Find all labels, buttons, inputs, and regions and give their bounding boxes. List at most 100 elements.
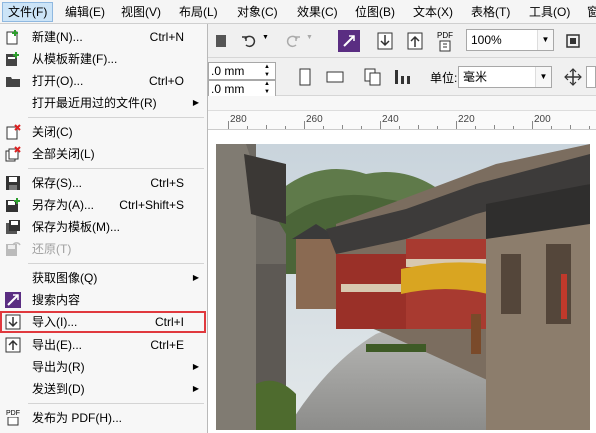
menu-effects[interactable]: 效果(C) [292, 2, 343, 22]
search-content-icon[interactable] [338, 30, 360, 52]
all-pages-icon[interactable] [362, 66, 384, 88]
menu-item-search-content[interactable]: 搜索内容 [0, 289, 206, 311]
menu-table[interactable]: 表格(T) [466, 2, 515, 22]
width-stepper[interactable]: ▲ ▼ [260, 62, 274, 80]
ruler-tick [304, 121, 305, 129]
landscape-icon[interactable] [324, 66, 346, 88]
ruler-tick-label: 280 [230, 114, 247, 125]
menu-item-export[interactable]: 导出(E)... Ctrl+E [0, 334, 206, 356]
toolbar-partial-icon[interactable] [210, 30, 232, 52]
menu-item-save-as[interactable]: 另存为(A)... Ctrl+Shift+S [0, 194, 206, 216]
menu-window[interactable]: 窗 [582, 2, 596, 22]
village-street-photo[interactable] [216, 144, 590, 430]
menu-item-shortcut: Ctrl+I [154, 315, 184, 329]
menu-item-close[interactable]: 关闭(C) [0, 121, 206, 143]
menu-item-save-as-template[interactable]: 保存为模板(M)... [0, 216, 206, 238]
redo-icon[interactable] [282, 30, 304, 52]
portrait-icon[interactable] [294, 66, 316, 88]
ruler-tick [361, 126, 362, 129]
menu-item-label: 新建(N)... [32, 30, 83, 44]
menu-item-acquire-image[interactable]: 获取图像(Q) ▶ [0, 267, 206, 289]
nudge-field[interactable] [586, 66, 596, 88]
ruler-tick-label: 220 [458, 114, 475, 125]
menu-item-open[interactable]: 打开(O)... Ctrl+O [0, 70, 206, 92]
menu-item-label: 导入(I)... [32, 315, 78, 329]
menu-item-export-as[interactable]: 导出为(R) ▶ [0, 356, 206, 378]
save-as-icon [5, 197, 21, 213]
menu-item-shortcut: Ctrl+S [150, 176, 184, 190]
ruler-tick-label: 260 [306, 114, 323, 125]
ruler-tick [437, 126, 438, 129]
full-screen-icon[interactable] [562, 30, 584, 52]
menu-file[interactable]: 文件(F) [2, 2, 54, 22]
close-all-icon [5, 146, 21, 162]
menu-item-label: 导出为(R) [32, 360, 85, 374]
ruler-tick [475, 126, 476, 129]
menu-item-send-to[interactable]: 发送到(D) ▶ [0, 378, 206, 400]
menu-item-label: 全部关闭(L) [32, 147, 95, 161]
undo-icon[interactable] [238, 30, 260, 52]
menu-bitmaps[interactable]: 位图(B) [350, 2, 400, 22]
menu-item-shortcut: Ctrl+Shift+S [119, 198, 184, 212]
menu-separator [28, 168, 204, 169]
submenu-arrow-icon: ▶ [192, 384, 199, 393]
standard-toolbar: ▼ ▼ PDF 100% ▼ [208, 24, 596, 58]
search-content-icon [5, 292, 21, 308]
ruler-tick [532, 121, 533, 129]
new-document-icon [5, 29, 21, 45]
ruler-tick-label: 200 [534, 114, 551, 125]
menu-item-label: 发送到(D) [32, 382, 85, 396]
menu-item-close-all[interactable]: 全部关闭(L) [0, 143, 206, 165]
ruler-tick [380, 121, 381, 129]
pdf-label: PDF [437, 30, 453, 40]
menu-item-label: 发布为 PDF(H)... [32, 411, 122, 425]
menu-item-label: 打开最近用过的文件(R) [32, 96, 157, 110]
file-menu: 新建(N)... Ctrl+N 从模板新建(F)... 打开(O)... Ctr… [0, 24, 208, 433]
menu-view[interactable]: 视图(V) [116, 2, 166, 22]
open-folder-icon [5, 73, 21, 89]
menu-bar: 文件(F) 编辑(E) 视图(V) 布局(L) 对象(C) 效果(C) 位图(B… [0, 0, 596, 24]
ruler-tick-label: 240 [382, 114, 399, 125]
publish-pdf-icon[interactable]: PDF [432, 28, 458, 54]
menu-item-new-from-template[interactable]: 从模板新建(F)... [0, 48, 206, 70]
horizontal-ruler: 280 260 240 220 200 [208, 96, 596, 130]
menu-object[interactable]: 对象(C) [232, 2, 283, 22]
menu-item-label: 还原(T) [32, 242, 72, 256]
submenu-arrow-icon: ▶ [192, 98, 199, 107]
redo-dropdown-icon[interactable]: ▼ [306, 34, 313, 41]
import-icon [5, 314, 21, 330]
menu-item-label: 导出(E)... [32, 338, 82, 352]
menu-item-open-recent[interactable]: 打开最近用过的文件(R) ▶ [0, 92, 206, 114]
ruler-tick [456, 121, 457, 129]
pdf-icon-label: PDF [6, 410, 20, 417]
menu-item-save[interactable]: 保存(S)... Ctrl+S [0, 172, 206, 194]
current-page-icon[interactable] [392, 66, 414, 88]
menu-item-import[interactable]: 导入(I)... Ctrl+I [0, 311, 206, 333]
menu-separator [28, 263, 204, 264]
height-stepper[interactable]: ▲ ▼ [260, 80, 274, 96]
menu-layout[interactable]: 布局(L) [174, 2, 223, 22]
drawing-canvas[interactable] [208, 130, 596, 433]
import-icon[interactable] [374, 30, 396, 52]
menu-item-label: 另存为(A)... [32, 198, 94, 212]
nudge-icon[interactable] [562, 66, 584, 88]
units-select[interactable]: 毫米 ▼ [458, 66, 552, 88]
menu-item-label: 获取图像(Q) [32, 271, 98, 285]
menu-separator [28, 117, 204, 118]
ruler-tick [323, 126, 324, 129]
ruler-tick [266, 125, 267, 129]
menu-item-publish-pdf[interactable]: PDF 发布为 PDF(H)... [0, 407, 206, 429]
menu-item-revert: 还原(T) [0, 238, 206, 260]
menu-edit[interactable]: 编辑(E) [60, 2, 110, 22]
menu-item-new[interactable]: 新建(N)... Ctrl+N [0, 26, 206, 48]
menu-item-label: 打开(O)... [32, 74, 84, 88]
menu-item-label: 搜索内容 [32, 293, 81, 307]
menu-item-shortcut: Ctrl+O [148, 74, 184, 88]
units-label: 单位: [430, 71, 458, 85]
undo-dropdown-icon[interactable]: ▼ [262, 34, 269, 41]
ruler-tick [570, 125, 571, 129]
export-icon[interactable] [404, 30, 426, 52]
menu-text[interactable]: 文本(X) [408, 2, 458, 22]
zoom-select[interactable]: 100% ▼ [466, 29, 554, 51]
menu-tools[interactable]: 工具(O) [524, 2, 575, 22]
